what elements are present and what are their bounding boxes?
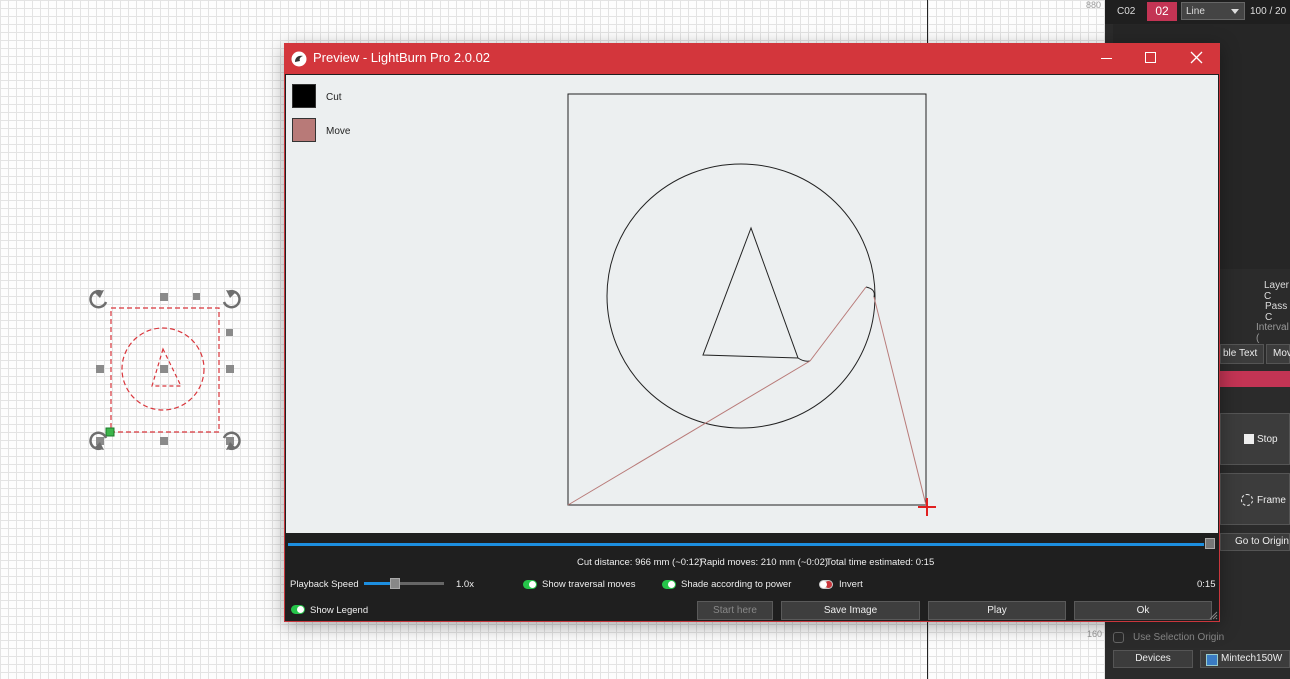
total-time-text: Total time estimated: 0:15 xyxy=(826,557,935,568)
show-traversal-toggle[interactable] xyxy=(523,580,537,589)
laser-head-crosshair xyxy=(918,498,936,516)
playback-speed-label: Playback Speed xyxy=(290,579,359,590)
cut-distance-text: Cut distance: 966 mm (~0:12) xyxy=(577,557,703,568)
elapsed-time: 0:15 xyxy=(1197,579,1216,590)
rapid-moves-text: Rapid moves: 210 mm (~0:02) xyxy=(700,557,829,568)
handle-left xyxy=(96,365,104,373)
use-selection-origin-label: Use Selection Origin xyxy=(1133,632,1225,643)
invert-toggle[interactable] xyxy=(819,580,833,589)
close-icon[interactable] xyxy=(1190,51,1203,64)
handle-top xyxy=(160,293,168,301)
playback-speed-slider-thumb[interactable] xyxy=(390,578,400,589)
device-icon xyxy=(1206,654,1218,666)
playback-progress-bar[interactable] xyxy=(288,543,1204,546)
rapid-move-line-3 xyxy=(873,296,927,506)
stop-icon xyxy=(1244,434,1254,444)
device-name: Mintech150W xyxy=(1221,653,1283,664)
shade-power-toggle[interactable] xyxy=(662,580,676,589)
toolpath-preview xyxy=(567,93,936,516)
ruler-value-bottom: 160 xyxy=(1087,629,1103,639)
show-traversal-label: Show traversal moves xyxy=(542,579,636,590)
ruler-value-top: 880 xyxy=(1086,0,1102,10)
laser-tab-accent-bar xyxy=(1220,371,1290,387)
preview-triangle xyxy=(702,226,799,359)
invert-label: Invert xyxy=(839,579,863,590)
handle-right-upper xyxy=(226,329,233,336)
frame-icon xyxy=(1241,494,1253,506)
use-selection-origin-checkbox[interactable] xyxy=(1113,632,1124,643)
frame-label: Frame xyxy=(1257,495,1286,506)
layer-mode-select[interactable]: Line xyxy=(1181,2,1245,20)
handle-top-right-small xyxy=(193,293,200,300)
device-select[interactable]: Mintech150W xyxy=(1200,650,1290,668)
show-legend-label: Show Legend xyxy=(310,605,369,616)
preview-bounding-rect xyxy=(567,93,927,506)
maximize-icon[interactable] xyxy=(1145,52,1156,63)
minimize-icon[interactable] xyxy=(1101,58,1112,59)
play-button[interactable]: Play xyxy=(928,601,1066,620)
workspace-selected-design[interactable] xyxy=(80,280,250,460)
frame-button[interactable]: Frame xyxy=(1220,473,1290,525)
window-title: Preview - LightBurn Pro 2.0.02 xyxy=(313,50,491,65)
start-here-button[interactable]: Start here xyxy=(697,601,773,620)
layer-number-badge[interactable]: 02 xyxy=(1147,2,1177,21)
selection-handles xyxy=(96,293,234,445)
devices-button[interactable]: Devices xyxy=(1113,650,1193,668)
chevron-down-icon xyxy=(1231,9,1239,14)
resize-grip-icon[interactable] xyxy=(1208,610,1218,620)
show-legend-toggle[interactable] xyxy=(291,605,305,614)
handle-bottom xyxy=(160,437,168,445)
layer-id[interactable]: C02 xyxy=(1117,6,1135,17)
tab-move[interactable]: Mov xyxy=(1266,344,1290,364)
handle-center xyxy=(160,365,168,373)
ok-button[interactable]: Ok xyxy=(1074,601,1212,620)
save-image-button[interactable]: Save Image xyxy=(781,601,920,620)
pass-label: Pass C xyxy=(1265,301,1288,323)
origin-handle xyxy=(105,427,115,437)
shade-power-label: Shade according to power xyxy=(681,579,792,590)
stop-label: Stop xyxy=(1257,434,1278,445)
handle-right xyxy=(226,365,234,373)
lightburn-logo-icon xyxy=(291,51,307,67)
layer-label: Layer C xyxy=(1264,280,1290,302)
stop-button[interactable]: Stop xyxy=(1220,413,1290,465)
rapid-move-line-1 xyxy=(567,360,811,506)
preview-circle xyxy=(606,163,876,429)
interval-label: Interval ( xyxy=(1256,322,1289,344)
rapid-move-line-2 xyxy=(809,286,867,362)
tab-variable-text[interactable]: ble Text xyxy=(1220,344,1264,364)
go-to-origin-button[interactable]: Go to Origin xyxy=(1220,533,1290,551)
playback-progress-handle[interactable] xyxy=(1205,538,1215,549)
speed-power-value: 100 / 20 xyxy=(1250,6,1287,17)
playback-speed-value: 1.0x xyxy=(456,579,474,590)
layer-mode-value: Line xyxy=(1186,6,1205,17)
